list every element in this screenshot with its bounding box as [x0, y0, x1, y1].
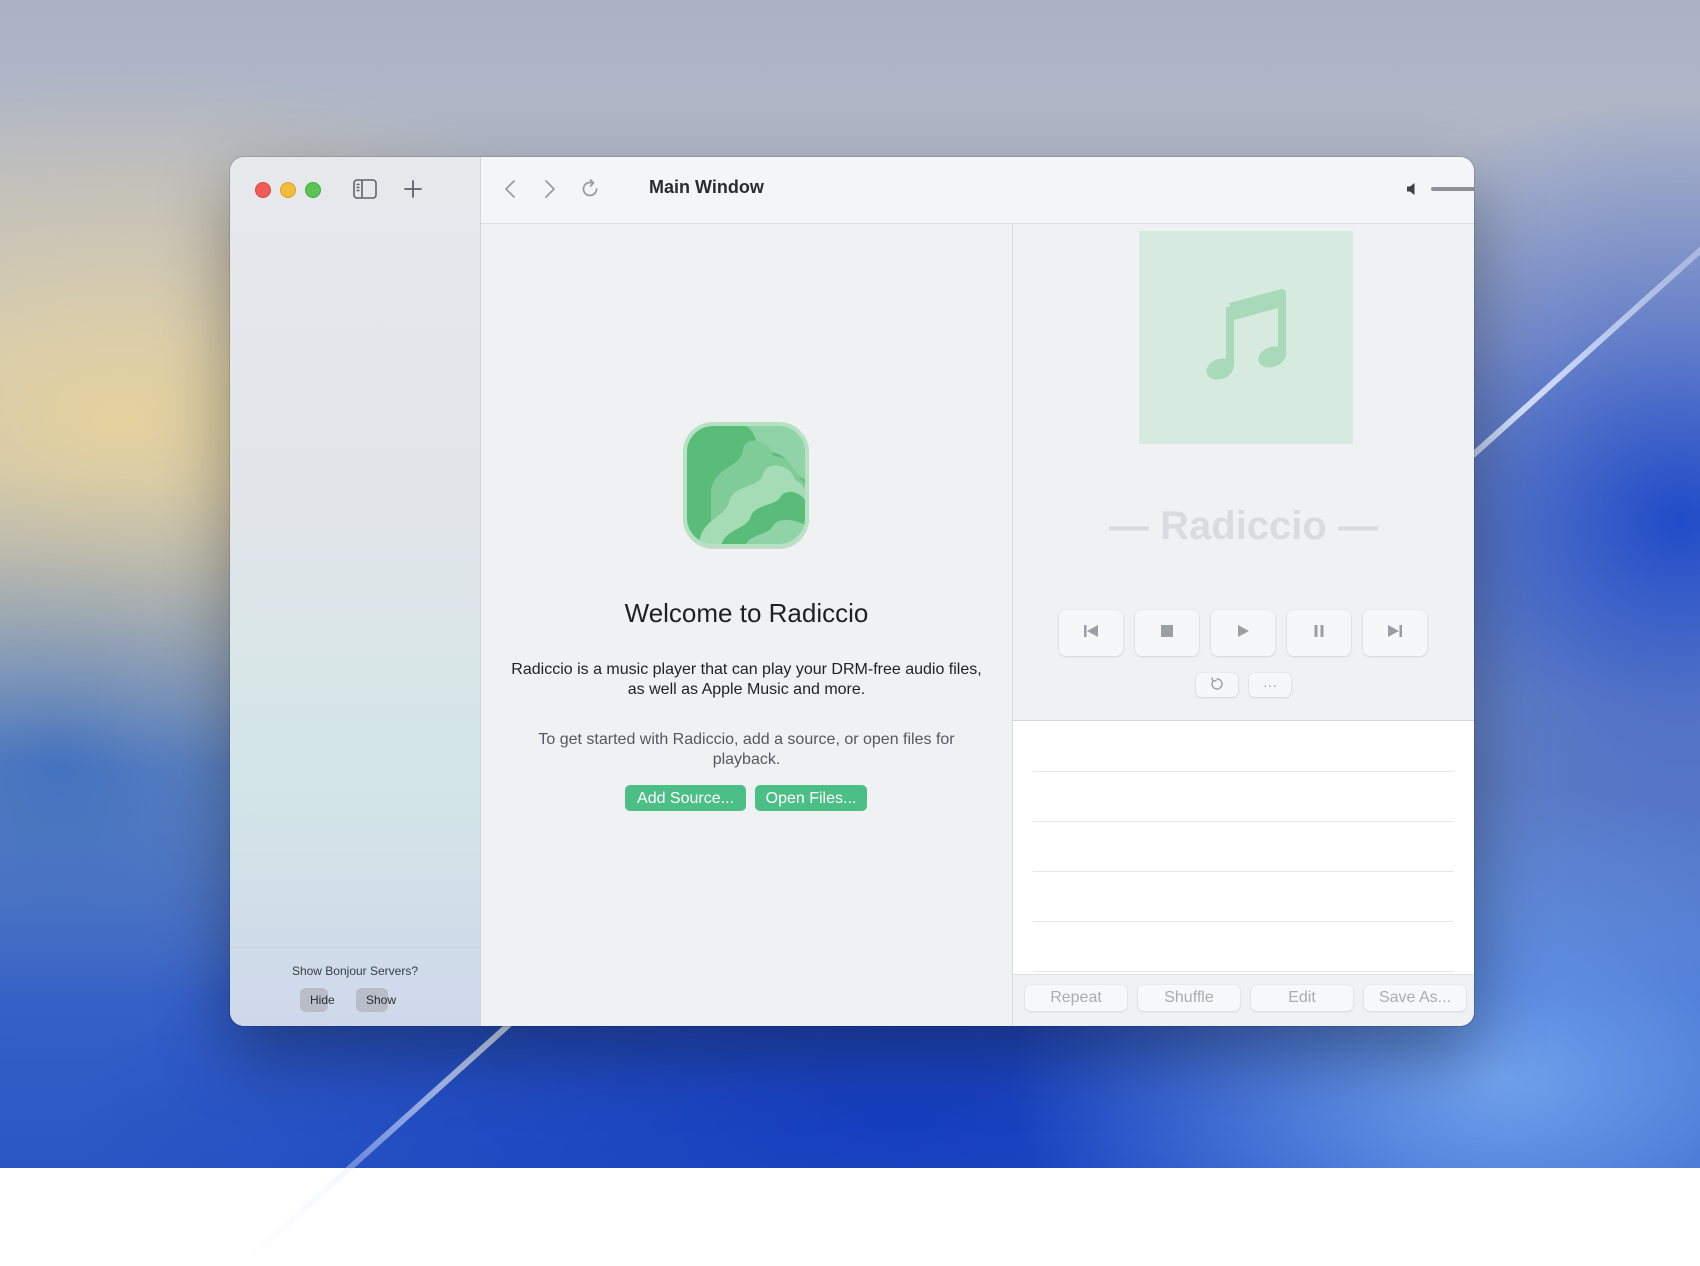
- welcome-title: Welcome to Radiccio: [624, 598, 869, 628]
- queue-row-divider: [1033, 971, 1454, 972]
- repeat-icon: [1209, 676, 1225, 695]
- more-options-button[interactable]: ···: [1249, 673, 1291, 697]
- volume-low-icon: [1405, 181, 1421, 202]
- repeat-mode-button[interactable]: [1196, 673, 1238, 697]
- queue-row-divider: [1033, 871, 1454, 872]
- queue-footer: Repeat Shuffle Edit Save As...: [1013, 974, 1474, 1026]
- queue-row-divider: [1033, 921, 1454, 922]
- shuffle-button[interactable]: Shuffle: [1138, 985, 1240, 1011]
- stop-button[interactable]: [1135, 610, 1199, 656]
- repeat-button[interactable]: Repeat: [1025, 985, 1127, 1011]
- playback-queue[interactable]: [1013, 721, 1474, 974]
- window-title: Main Window: [649, 177, 764, 197]
- pause-icon: [1311, 623, 1327, 644]
- volume-slider-track[interactable]: [1431, 187, 1474, 191]
- stop-icon: [1159, 623, 1175, 644]
- queue-row-divider: [1033, 771, 1454, 772]
- close-window-button[interactable]: [255, 182, 271, 198]
- back-icon[interactable]: [497, 176, 523, 202]
- next-track-button[interactable]: [1363, 610, 1427, 656]
- welcome-description: Radiccio is a music player that can play…: [511, 661, 982, 698]
- show-bonjour-button[interactable]: Show: [356, 988, 396, 1012]
- forward-icon[interactable]: [537, 176, 563, 202]
- queue-row-divider: [1033, 821, 1454, 822]
- more-icon: ···: [1263, 677, 1277, 693]
- play-icon: [1235, 623, 1251, 644]
- save-as-button[interactable]: Save As...: [1364, 985, 1466, 1011]
- add-source-button[interactable]: Add Source...: [625, 785, 746, 811]
- welcome-hint: To get started with Radiccio, add a sour…: [538, 731, 955, 768]
- edit-button[interactable]: Edit: [1251, 985, 1353, 1011]
- music-note-icon: [1196, 285, 1296, 390]
- previous-track-button[interactable]: [1059, 610, 1123, 656]
- next-track-icon: [1386, 623, 1404, 644]
- radiccio-app-icon: [681, 420, 811, 550]
- bonjour-footer: Show Bonjour Servers? Hide Show: [230, 947, 480, 1026]
- add-icon[interactable]: [400, 176, 426, 202]
- zoom-window-button[interactable]: [305, 182, 321, 198]
- pause-button[interactable]: [1287, 610, 1351, 656]
- now-playing-title: — Radiccio —: [1109, 504, 1378, 548]
- previous-track-icon: [1082, 623, 1100, 644]
- hide-bonjour-button[interactable]: Hide: [300, 988, 335, 1012]
- welcome-pane: Welcome to Radiccio Radiccio is a music …: [481, 224, 1013, 1026]
- bonjour-prompt: Show Bonjour Servers?: [291, 964, 419, 978]
- play-button[interactable]: [1211, 610, 1275, 656]
- minimize-window-button[interactable]: [280, 182, 296, 198]
- reload-icon[interactable]: [577, 176, 603, 202]
- sidebar: Show Bonjour Servers? Hide Show: [230, 157, 481, 1026]
- toolbar: Main Window 100: [481, 157, 1474, 224]
- sidebar-toggle-icon[interactable]: [352, 176, 378, 202]
- now-playing-pane: — Radiccio — ···: [1013, 224, 1474, 721]
- open-files-button[interactable]: Open Files...: [755, 785, 867, 811]
- main-window: Show Bonjour Servers? Hide Show Main Win…: [230, 157, 1474, 1026]
- album-artwork-placeholder: [1139, 231, 1353, 444]
